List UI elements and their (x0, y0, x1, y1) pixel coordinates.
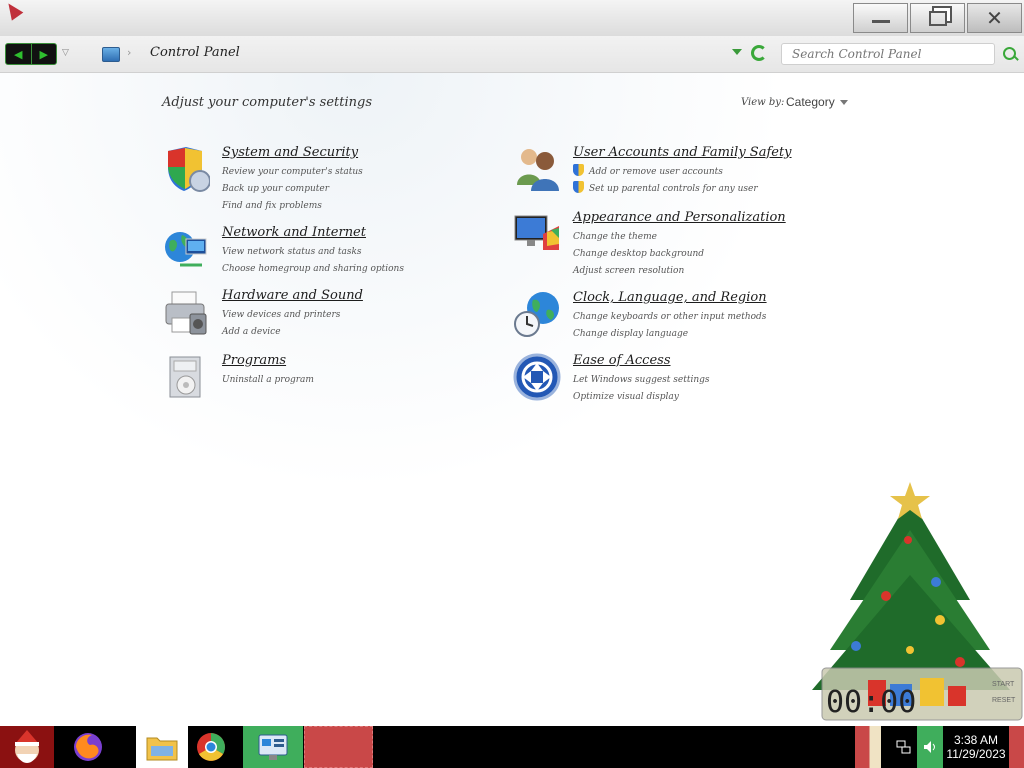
refresh-icon[interactable] (751, 45, 767, 61)
reset-button[interactable]: RESET (992, 697, 1016, 704)
clock-globe-icon (514, 292, 559, 337)
category-link[interactable]: Change display language (573, 329, 688, 339)
restore-icon (928, 10, 947, 26)
page-title: Adjust your computer's settings (162, 95, 373, 110)
category-link[interactable]: View network status and tasks (222, 247, 362, 257)
christmas-tree-widget: 00:00 START RESET (812, 482, 1023, 721)
firefox-taskbar-button[interactable] (64, 726, 112, 768)
category-link[interactable]: Add or remove user accounts (589, 167, 723, 177)
category-link[interactable]: Change keyboards or other input methods (573, 312, 766, 322)
category-link[interactable]: Change desktop background (573, 249, 704, 259)
chrome-icon (197, 733, 225, 761)
control-panel-icon (102, 47, 120, 62)
tray-flag-icon[interactable] (855, 726, 881, 768)
nav-buttons: ◀ ▶ (5, 43, 57, 65)
category-link[interactable]: View devices and printers (222, 310, 340, 320)
category-link[interactable]: Review your computer's status (222, 167, 363, 177)
address-dropdown-icon[interactable] (732, 49, 742, 55)
clock[interactable]: 3:38 AM 11/29/2023 (945, 726, 1007, 768)
clock-date: 11/29/2023 (946, 747, 1006, 761)
category-link[interactable]: Adjust screen resolution (573, 266, 684, 276)
forward-button[interactable]: ▶ (30, 44, 57, 64)
category-title[interactable]: Appearance and Personalization (573, 210, 786, 225)
restore-button[interactable] (910, 3, 965, 33)
category-title[interactable]: Clock, Language, and Region (573, 290, 767, 305)
category-user-accounts: User Accounts and Family Safety Add or r… (513, 145, 813, 200)
chrome-taskbar-button[interactable] (190, 726, 232, 768)
address-bar: ◀ ▶ ▽ › Control Panel (0, 36, 1024, 73)
search-input[interactable] (781, 43, 995, 65)
breadcrumb-separator[interactable]: › (127, 46, 131, 59)
category-link[interactable]: Optimize visual display (573, 392, 679, 402)
minimize-icon (871, 19, 890, 23)
category-title[interactable]: User Accounts and Family Safety (573, 145, 792, 160)
shield-icon (573, 164, 584, 176)
control-panel-icon (258, 734, 288, 760)
search-icon[interactable] (1003, 47, 1016, 60)
category-title[interactable]: Hardware and Sound (222, 288, 363, 303)
show-desktop-button[interactable] (1009, 726, 1024, 768)
category-ease-of-access: Ease of Access Let Windows suggest setti… (513, 353, 813, 408)
firefox-icon (74, 733, 102, 761)
monitor-paint-icon (514, 215, 559, 250)
category-link[interactable]: Find and fix problems (222, 201, 322, 211)
mouse-cursor-icon (2, 0, 24, 21)
close-button[interactable]: ✕ (967, 3, 1022, 33)
counter-display: 00:00 (826, 685, 916, 720)
category-programs: Programs Uninstall a program (162, 353, 462, 403)
chevron-down-icon[interactable] (840, 100, 848, 105)
clock-time: 3:38 AM (953, 733, 999, 747)
breadcrumb[interactable]: Control Panel (150, 45, 240, 60)
category-link[interactable]: Set up parental controls for any user (589, 184, 758, 194)
network-icon[interactable] (893, 726, 915, 768)
category-network-internet: Network and Internet View network status… (162, 225, 462, 280)
category-link[interactable]: Let Windows suggest settings (573, 375, 710, 385)
category-link[interactable]: Change the theme (573, 232, 657, 242)
printer-icon (165, 291, 207, 335)
start-button[interactable]: START (992, 681, 1015, 688)
taskbar: 3:38 AM 11/29/2023 (0, 726, 1024, 768)
control-panel-taskbar-button[interactable] (243, 726, 303, 768)
category-title[interactable]: Programs (222, 353, 286, 368)
category-link[interactable]: Back up your computer (222, 184, 329, 194)
santa-start-icon (15, 730, 39, 763)
category-appearance: Appearance and Personalization Change th… (513, 210, 813, 280)
close-icon: ✕ (986, 6, 1003, 30)
taskbar-empty-slot[interactable] (304, 726, 373, 768)
start-button[interactable] (0, 726, 54, 768)
users-icon (517, 149, 559, 191)
globe-network-icon (165, 232, 207, 267)
programs-icon (169, 356, 201, 398)
view-by-select[interactable]: Category (786, 95, 835, 109)
category-link[interactable]: Add a device (222, 327, 281, 337)
file-explorer-taskbar-button[interactable] (136, 726, 188, 768)
minimize-button[interactable] (853, 3, 908, 33)
back-button[interactable]: ◀ (6, 44, 31, 64)
category-hardware-sound: Hardware and Sound View devices and prin… (162, 288, 462, 343)
category-title[interactable]: System and Security (222, 145, 358, 160)
category-link[interactable]: Uninstall a program (222, 375, 314, 385)
shield-icon (573, 181, 584, 193)
category-title[interactable]: Ease of Access (573, 353, 671, 368)
title-bar: ✕ (0, 0, 1024, 37)
volume-icon[interactable] (917, 726, 943, 768)
folder-icon (146, 737, 178, 761)
view-by-label: View by: (741, 97, 785, 108)
shield-icon (168, 147, 210, 192)
category-title[interactable]: Network and Internet (222, 225, 366, 240)
category-clock-region: Clock, Language, and Region Change keybo… (513, 290, 813, 345)
ease-of-access-icon (513, 353, 561, 401)
recent-pages-dropdown[interactable]: ▽ (62, 48, 69, 58)
category-link[interactable]: Choose homegroup and sharing options (222, 264, 404, 274)
category-system-security: System and Security Review your computer… (162, 145, 462, 215)
